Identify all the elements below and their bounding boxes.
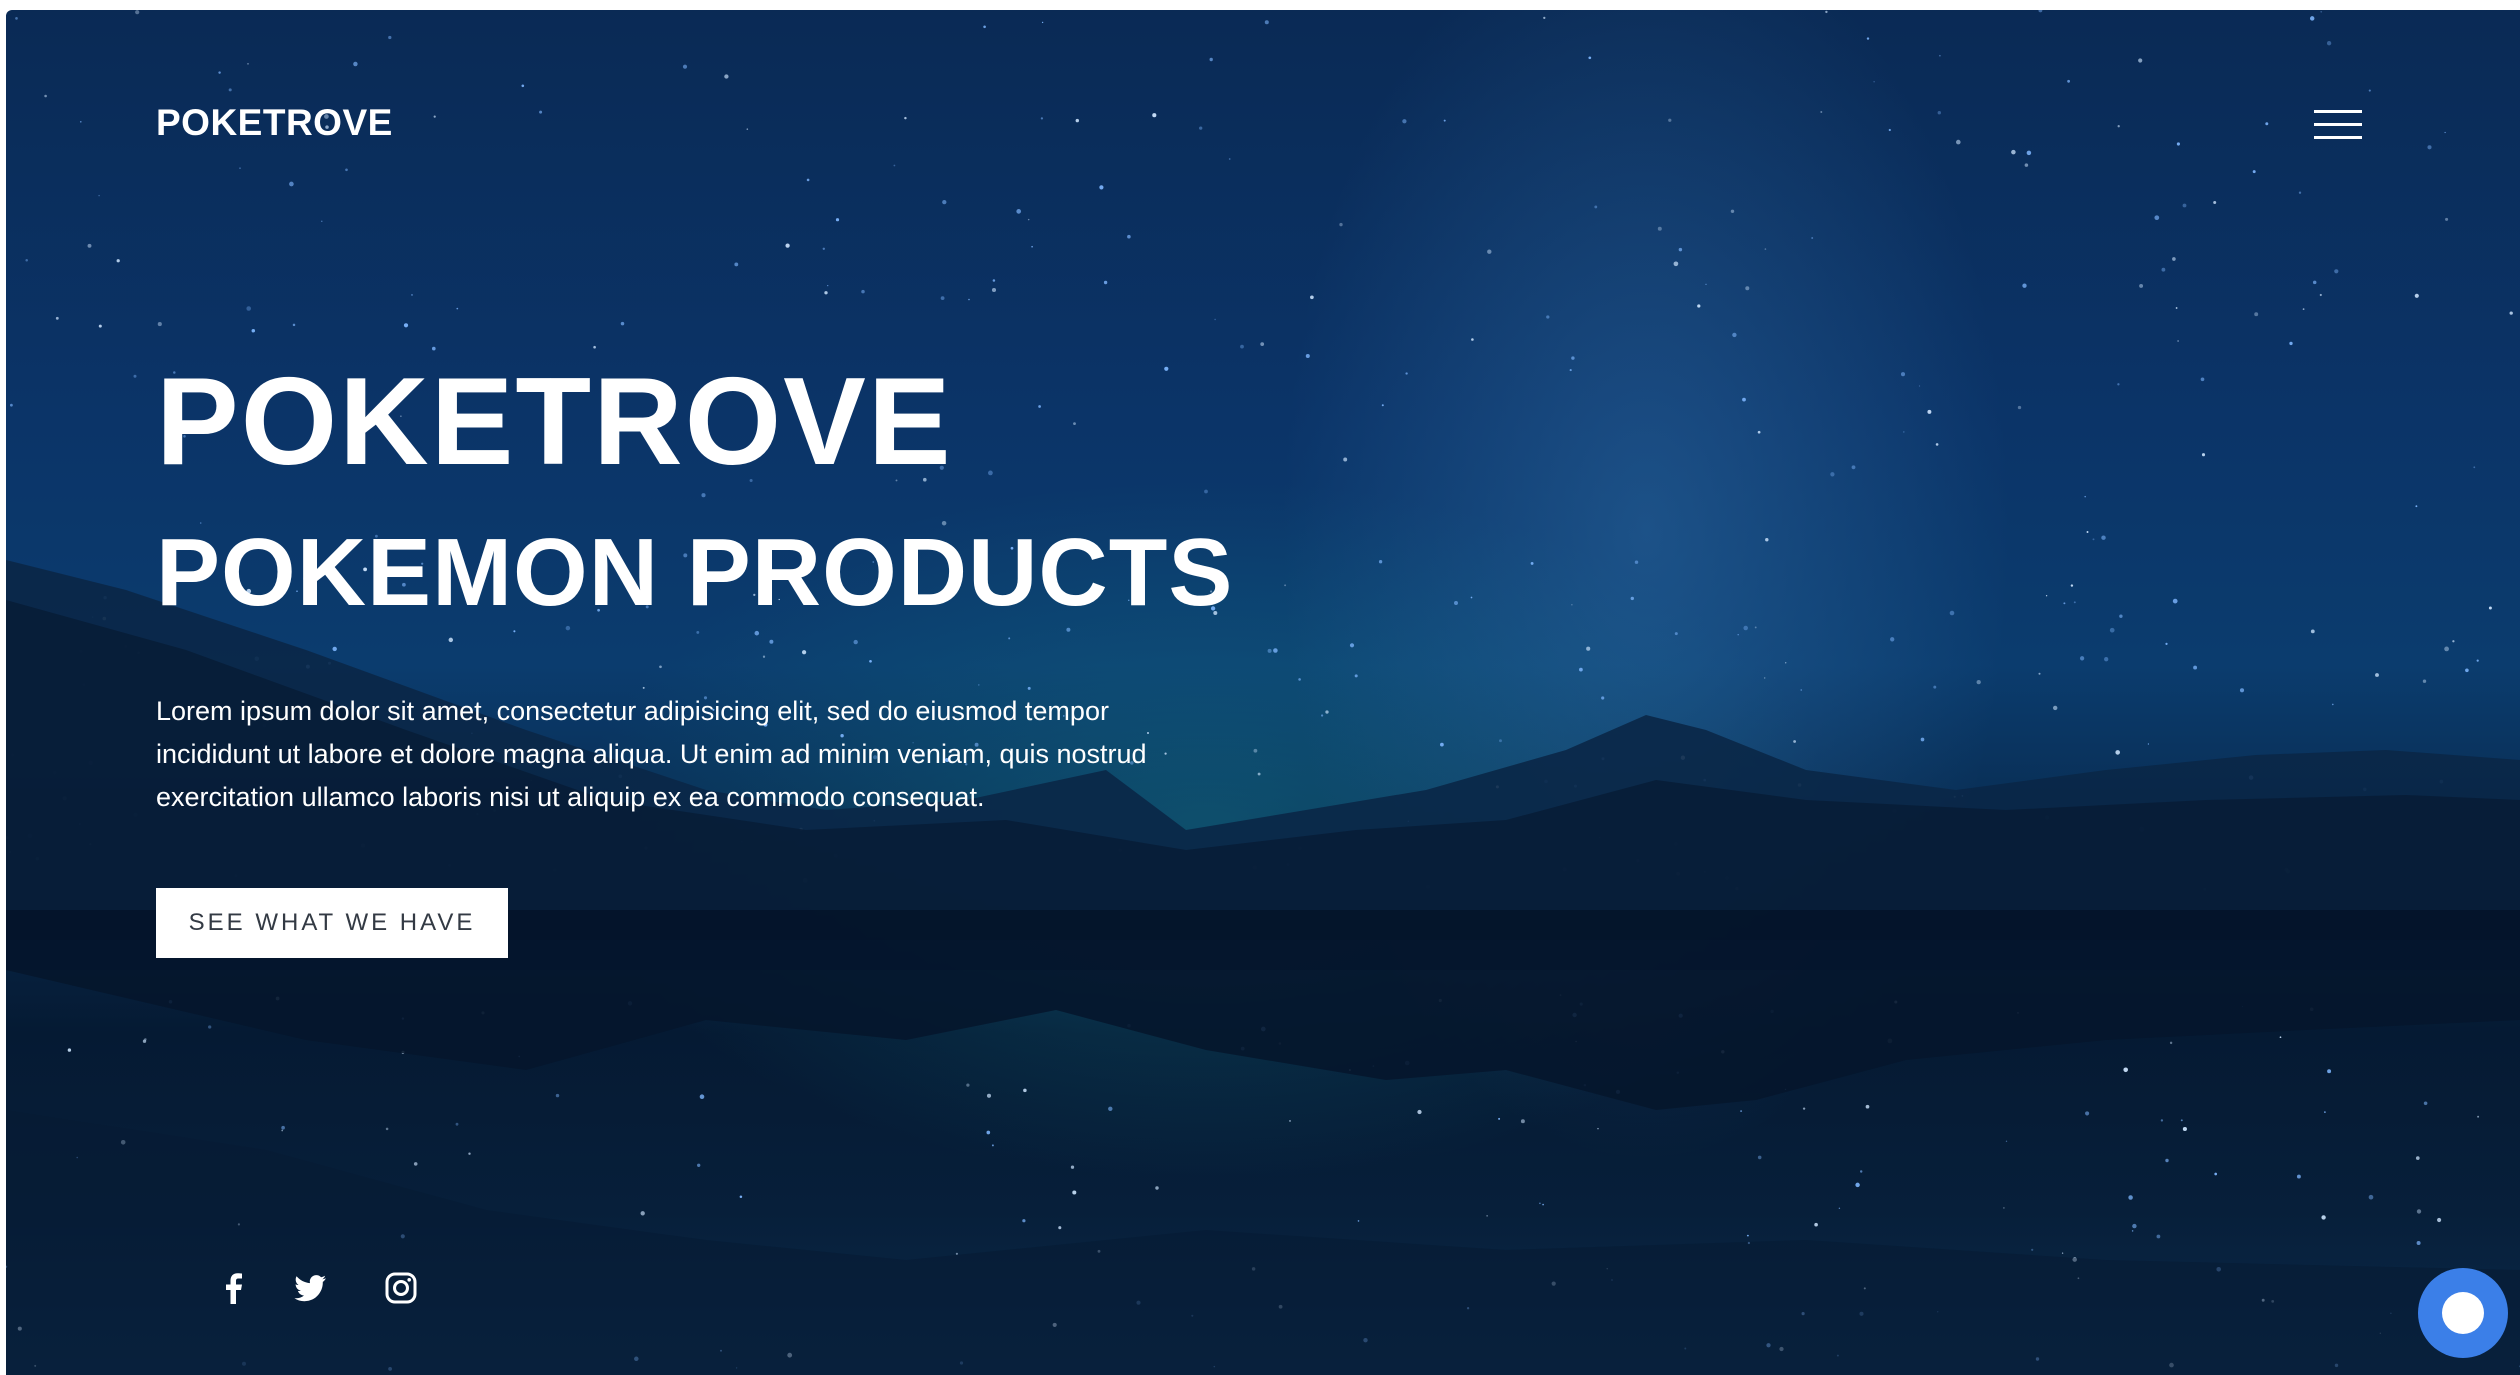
menu-line <box>2314 123 2362 126</box>
hamburger-menu-icon[interactable] <box>2314 104 2362 144</box>
brand-logo[interactable]: POKETROVE <box>156 102 393 144</box>
twitter-icon[interactable] <box>290 1268 330 1308</box>
hero-subtitle: POKEMON PRODUCTS <box>156 519 1234 626</box>
chat-dot <box>2442 1292 2484 1334</box>
see-what-we-have-button[interactable]: SEE WHAT WE HAVE <box>156 888 508 958</box>
menu-line <box>2314 136 2362 139</box>
menu-line <box>2314 110 2362 113</box>
instagram-icon[interactable] <box>381 1268 421 1308</box>
hero-description: Lorem ipsum dolor sit amet, consectetur … <box>156 696 1147 812</box>
facebook-icon[interactable] <box>214 1268 254 1308</box>
chat-bubble-icon[interactable] <box>2418 1268 2508 1358</box>
hero-title: POKETROVE <box>156 353 953 491</box>
hero-section: POKETROVE POKETROVE POKEMON PRODUCTS Lor… <box>6 10 2520 1375</box>
